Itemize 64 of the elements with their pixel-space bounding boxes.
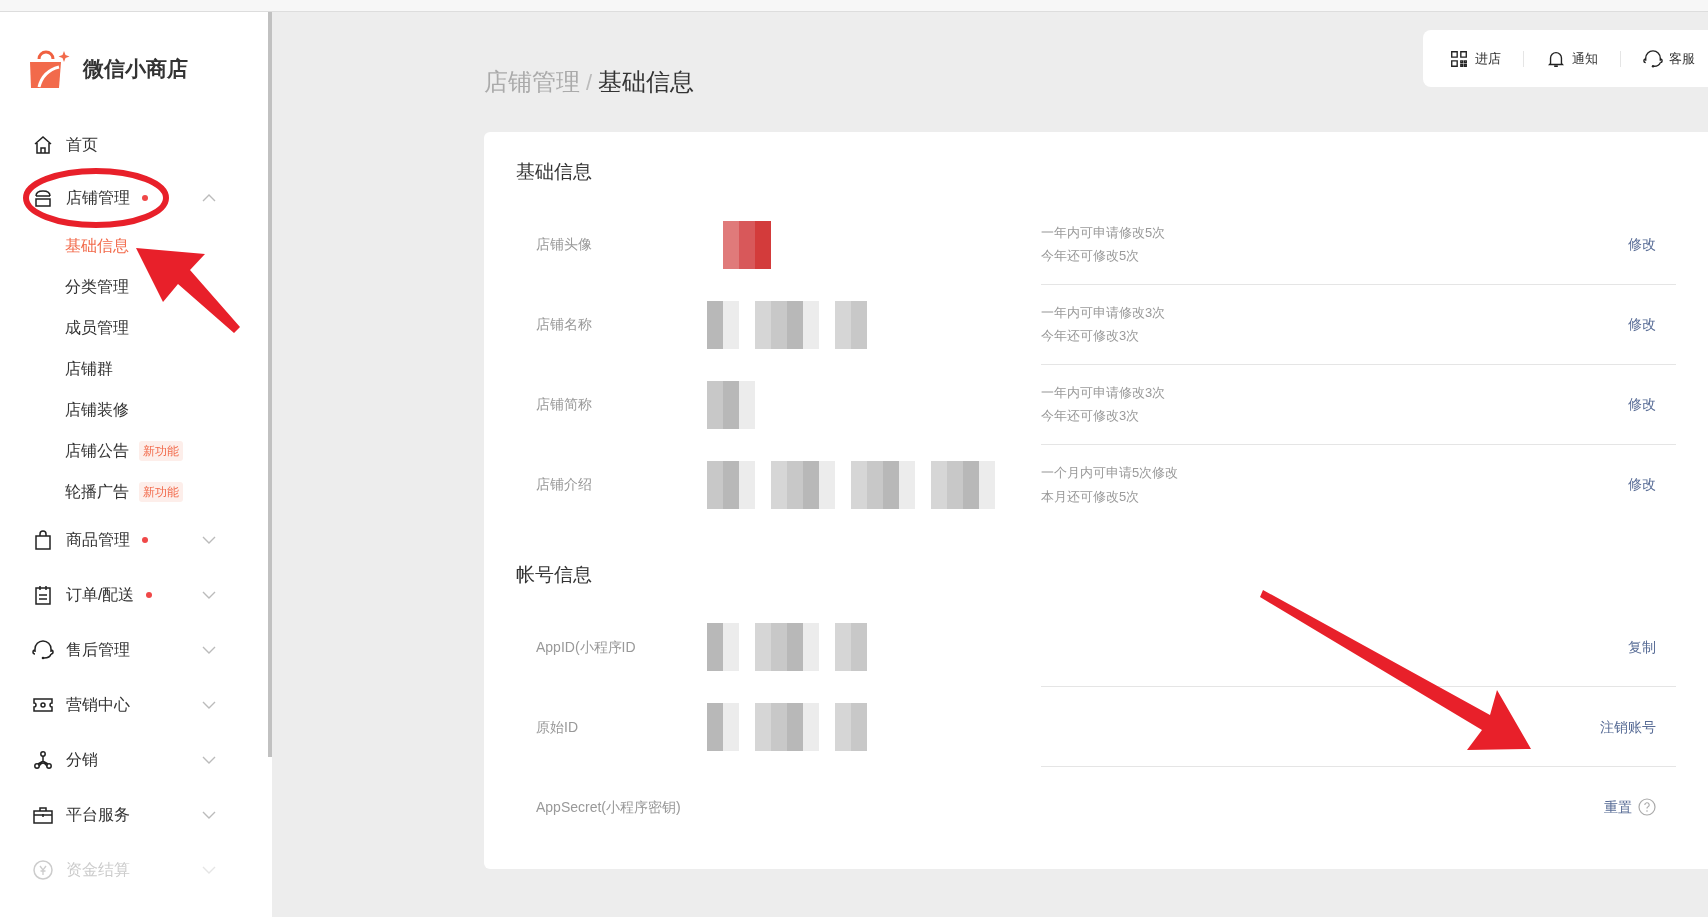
pixelated-redaction [707, 380, 755, 429]
new-feature-tag: 新功能 [139, 481, 183, 502]
chevron-down-icon [202, 865, 216, 874]
submenu-item[interactable]: 店铺装修 [65, 397, 129, 422]
field-label: 店铺名称 [536, 315, 593, 334]
chevron-up-icon [202, 193, 216, 202]
chevron-down-icon [202, 590, 216, 599]
app-name: 微信小商店 [83, 56, 188, 83]
headset-icon [1643, 48, 1663, 69]
submenu-item[interactable]: 成员管理 [65, 315, 129, 340]
headset-icon [32, 638, 54, 661]
chevron-down-icon [202, 700, 216, 709]
submenu-item[interactable]: 店铺群 [65, 356, 113, 381]
qr-code-icon [1449, 48, 1469, 69]
network-icon [32, 748, 54, 771]
help-icon[interactable] [1638, 798, 1656, 816]
chevron-down-icon [202, 755, 216, 764]
new-feature-tag: 新功能 [139, 440, 183, 461]
limit-note: 今年还可修改5次 [1041, 247, 1141, 265]
toolbar-button[interactable]: 客服 [1643, 48, 1695, 69]
breadcrumb-separator: / [586, 68, 593, 97]
menu-item[interactable]: 分销 [66, 747, 98, 772]
action-link[interactable]: 修改 [1628, 474, 1656, 495]
field-label: AppID(小程序ID [536, 637, 637, 657]
menu-item[interactable]: 平台服务 [66, 802, 130, 827]
submenu-item[interactable]: 轮播广告 [65, 479, 129, 504]
page-title: 基础信息 [598, 67, 695, 97]
chevron-down-icon [202, 535, 216, 544]
submenu-item[interactable]: 分类管理 [65, 274, 129, 299]
menu-item[interactable]: 首页 [66, 133, 98, 157]
field-label: 店铺头像 [536, 235, 593, 254]
shopping-bag-logo [27, 49, 71, 89]
toolbar-button[interactable]: 进店 [1449, 48, 1501, 69]
action-link[interactable]: 修改 [1628, 234, 1656, 255]
limit-note: 今年还可修改3次 [1041, 327, 1141, 345]
submenu-item[interactable]: 店铺公告 [65, 438, 129, 463]
field-label: 店铺简称 [536, 395, 593, 414]
field-label: AppSecret(小程序密钥) [536, 797, 682, 817]
field-label: 原始ID [536, 717, 579, 737]
clipboard-icon [32, 583, 54, 606]
limit-note: 本月还可修改5次 [1041, 487, 1141, 506]
limit-note: 一年内可申请修改3次 [1041, 383, 1167, 402]
yen-icon [32, 858, 54, 881]
menu-item[interactable]: 营销中心 [66, 692, 130, 717]
section-title: 帐号信息 [516, 562, 593, 587]
menu-item[interactable]: 订单/配送 [66, 582, 135, 607]
menu-item[interactable]: 售后管理 [66, 637, 130, 662]
limit-note: 一年内可申请修改5次 [1041, 223, 1167, 242]
action-link[interactable]: 注销账号 [1600, 716, 1656, 738]
action-link[interactable]: 重置 [1604, 796, 1632, 818]
menu-item[interactable]: 店铺管理 [66, 185, 130, 210]
field-label: 店铺介绍 [536, 475, 593, 494]
menu-item[interactable]: 商品管理 [66, 527, 130, 552]
action-link[interactable]: 复制 [1628, 636, 1656, 658]
home-icon [32, 134, 54, 156]
action-link[interactable]: 修改 [1628, 314, 1656, 335]
action-link[interactable]: 修改 [1628, 394, 1656, 415]
limit-note: 今年还可修改3次 [1041, 407, 1141, 425]
limit-note: 一年内可申请修改3次 [1041, 303, 1167, 322]
chevron-down-icon [202, 810, 216, 819]
shopping-bag-icon [32, 528, 54, 551]
section-title: 基础信息 [516, 160, 593, 184]
toolbar-button[interactable]: 通知 [1546, 48, 1598, 69]
chevron-down-icon [202, 645, 216, 654]
